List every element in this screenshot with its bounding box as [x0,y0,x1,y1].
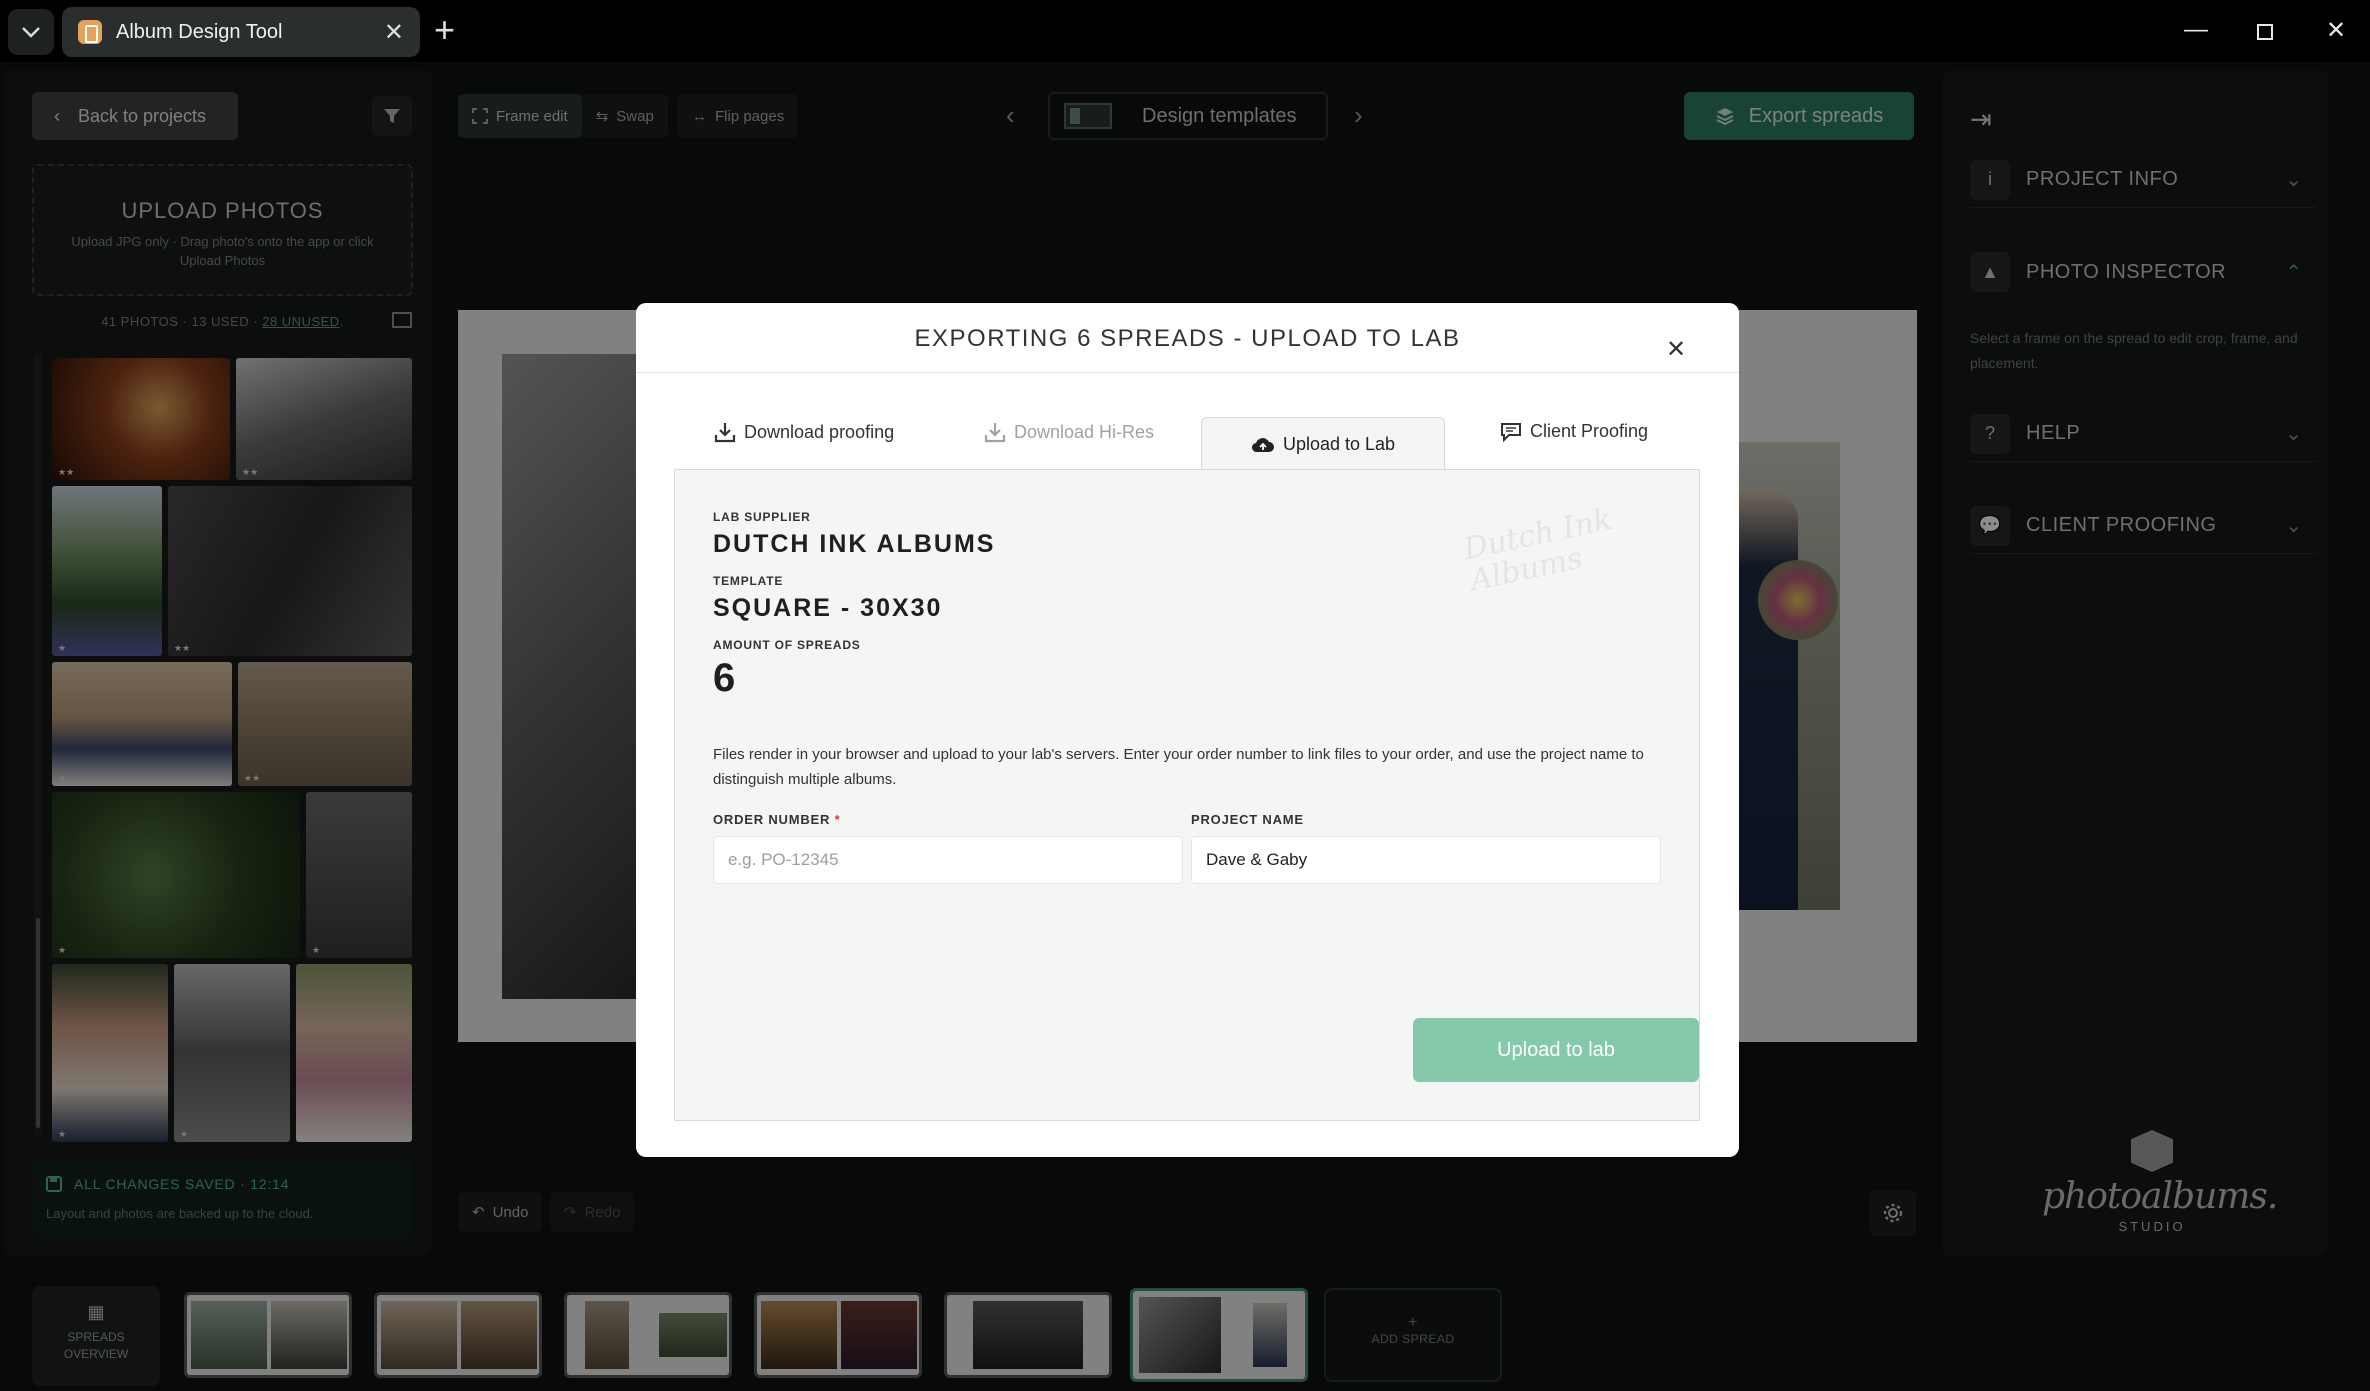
close-tab-icon[interactable]: ✕ [384,18,404,47]
app-logo-icon [78,20,102,44]
new-tab-icon[interactable]: + [434,12,455,48]
tab-download-hires[interactable]: Download Hi-Res [984,421,1154,443]
project-name-input[interactable] [1191,836,1661,884]
tab-upload-to-lab[interactable]: Upload to Lab [1201,417,1445,471]
order-number-label: ORDER NUMBER * [713,812,841,827]
upload-to-lab-panel: Dutch Ink Albums LAB SUPPLIER DUTCH INK … [674,469,1700,1121]
close-window-icon[interactable]: ✕ [2326,16,2346,45]
tab-client-proofing-label: Client Proofing [1530,421,1649,441]
dialog-divider [636,372,1739,373]
close-dialog-icon[interactable]: ✕ [1666,335,1686,364]
export-dialog: EXPORTING 6 SPREADS - UPLOAD TO LAB ✕ Do… [636,303,1739,1157]
tab-menu-button[interactable] [8,9,54,55]
upload-to-lab-button[interactable]: Upload to lab [1413,1018,1699,1082]
minimize-icon[interactable]: — [2184,16,2208,44]
dialog-title: EXPORTING 6 SPREADS - UPLOAD TO LAB [914,325,1461,352]
title-bar: Album Design Tool ✕ + — ✕ [0,0,2370,62]
required-marker: * [834,812,841,827]
download-icon [984,423,1006,443]
order-number-label-text: ORDER NUMBER [713,812,831,827]
download-icon [714,423,736,443]
lab-supplier-label: LAB SUPPLIER [713,510,811,524]
spreads-amount-label: AMOUNT OF SPREADS [713,638,861,652]
project-name-label: PROJECT NAME [1191,812,1304,827]
tab-download-hires-label: Download Hi-Res [1014,421,1155,442]
cloud-upload-icon [1251,437,1274,452]
chevron-down-icon [22,27,40,38]
lab-logo-watermark: Dutch Ink Albums [1460,501,1615,599]
tab-upload-to-lab-label: Upload to Lab [1282,434,1396,454]
tab-client-proofing[interactable]: Client Proofing [1500,421,1648,442]
template-label: TEMPLATE [713,574,784,588]
order-number-input[interactable] [713,836,1183,884]
tab-download-proofing[interactable]: Download proofing [714,421,894,443]
tab-title: Album Design Tool [116,20,283,43]
upload-description: Files render in your browser and upload … [713,746,1644,788]
lab-supplier-value: DUTCH INK ALBUMS [713,530,996,558]
tab-download-proofing-label: Download proofing [744,421,895,442]
template-value: SQUARE - 30X30 [713,594,943,622]
browser-tab[interactable]: Album Design Tool ✕ [62,7,420,57]
maximize-icon[interactable] [2256,20,2274,48]
spreads-amount-value: 6 [713,656,736,700]
comment-icon [1501,422,1521,442]
